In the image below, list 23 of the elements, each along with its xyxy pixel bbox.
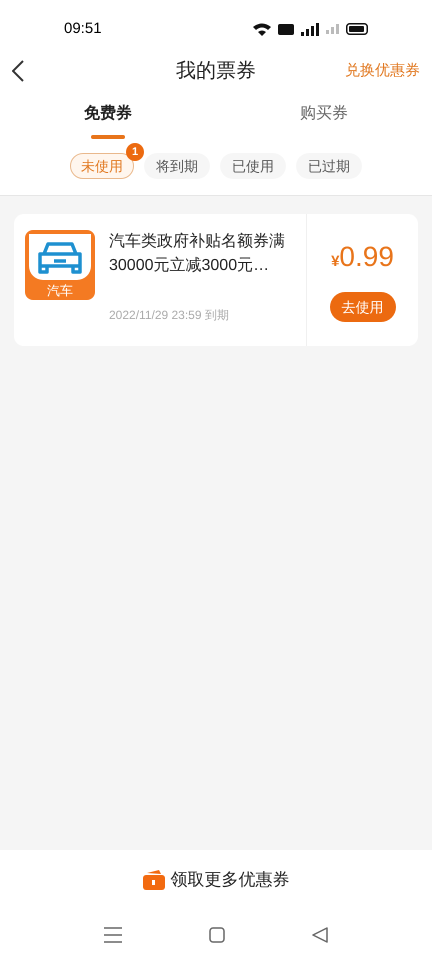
menu-icon[interactable] [104,927,122,943]
coupon-tab[interactable]: 免费券 [0,102,216,139]
car-icon [36,240,84,274]
currency-symbol: ¥ [331,252,340,272]
category-tile: 汽车 [25,230,95,300]
coupon-tab[interactable]: 购买券 [216,102,432,139]
expiry-date: 2022/11/29 23:59 到期 [109,307,230,324]
home-icon[interactable] [208,927,225,943]
get-more-coupons-button[interactable]: 领取更多优惠券 [0,850,432,910]
wifi-icon [253,22,271,36]
page-title: 我的票券 [176,59,256,84]
filter-chip[interactable]: 将到期 [144,153,210,179]
status-time: 09:51 [64,18,102,39]
count-badge: 1 [126,143,144,161]
coupon-icon [142,870,164,890]
filter-chip[interactable]: 已使用 [220,153,286,179]
coupon-title: 汽车类政府补贴名额券满30000元立减3000元… [109,232,286,276]
weak-signal-icon [326,24,339,34]
coupon-price: 0.99 [339,240,394,274]
signal-icon [301,22,319,36]
battery-icon [346,23,368,35]
back-nav-icon[interactable] [312,927,328,943]
filter-chip[interactable]: 已过期 [296,153,362,179]
